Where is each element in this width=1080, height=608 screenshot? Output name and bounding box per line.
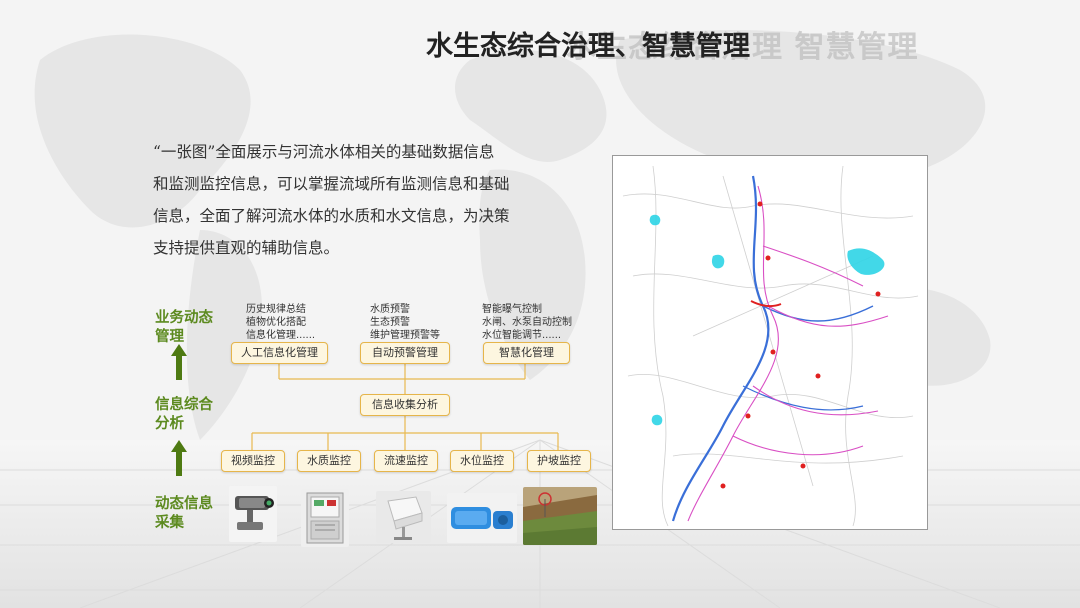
smart-management-box: 智慧化管理 bbox=[483, 342, 570, 364]
river-map-graphic bbox=[613, 156, 927, 529]
water-level-monitor-box: 水位监控 bbox=[450, 450, 514, 472]
cctv-camera-icon bbox=[229, 486, 277, 542]
auto-warning-box: 自动预警管理 bbox=[360, 342, 450, 364]
smart-management-notes: 智能曝气控制 水闸、水泵自动控制 水位智能调节...... bbox=[482, 303, 572, 342]
note-line: 智能曝气控制 bbox=[482, 304, 542, 315]
level-label-analysis: 信息综合 分析 bbox=[155, 396, 213, 434]
note-line: 历史规律总结 bbox=[246, 304, 306, 315]
level-label-line: 动态信息 bbox=[155, 496, 213, 512]
note-line: 水闸、水泵自动控制 bbox=[482, 317, 572, 328]
flow-sensor-icon bbox=[376, 491, 431, 543]
level-label-line: 业务动态 bbox=[155, 310, 213, 326]
water-level-sensor-icon bbox=[447, 493, 517, 543]
auto-warning-notes: 水质预警 生态预警 维护管理预警等 bbox=[370, 303, 440, 342]
note-line: 生态预警 bbox=[370, 317, 410, 328]
level-label-line: 分析 bbox=[155, 416, 184, 432]
slope-photo-icon bbox=[523, 487, 597, 545]
note-line: 水位智能调节...... bbox=[482, 330, 562, 341]
level-label-line: 采集 bbox=[155, 515, 184, 531]
river-basin-map bbox=[612, 155, 928, 530]
up-arrow-icon bbox=[171, 344, 187, 380]
up-arrow-icon bbox=[171, 440, 187, 476]
note-line: 信息化管理...... bbox=[246, 330, 316, 341]
water-quality-cabinet-icon bbox=[301, 489, 349, 547]
note-line: 维护管理预警等 bbox=[370, 330, 440, 341]
level-label-line: 信息综合 bbox=[155, 397, 213, 413]
level-label-management: 业务动态 管理 bbox=[155, 309, 213, 347]
level-label-collection: 动态信息 采集 bbox=[155, 495, 213, 533]
note-line: 植物优化搭配 bbox=[246, 317, 306, 328]
info-analysis-box: 信息收集分析 bbox=[360, 394, 450, 416]
manual-management-notes: 历史规律总结 植物优化搭配 信息化管理...... bbox=[246, 303, 315, 342]
water-quality-monitor-box: 水质监控 bbox=[297, 450, 361, 472]
flow-speed-monitor-box: 流速监控 bbox=[374, 450, 438, 472]
manual-management-box: 人工信息化管理 bbox=[231, 342, 328, 364]
slope-monitor-box: 护坡监控 bbox=[527, 450, 591, 472]
video-monitor-box: 视频监控 bbox=[221, 450, 285, 472]
note-line: 水质预警 bbox=[370, 304, 410, 315]
